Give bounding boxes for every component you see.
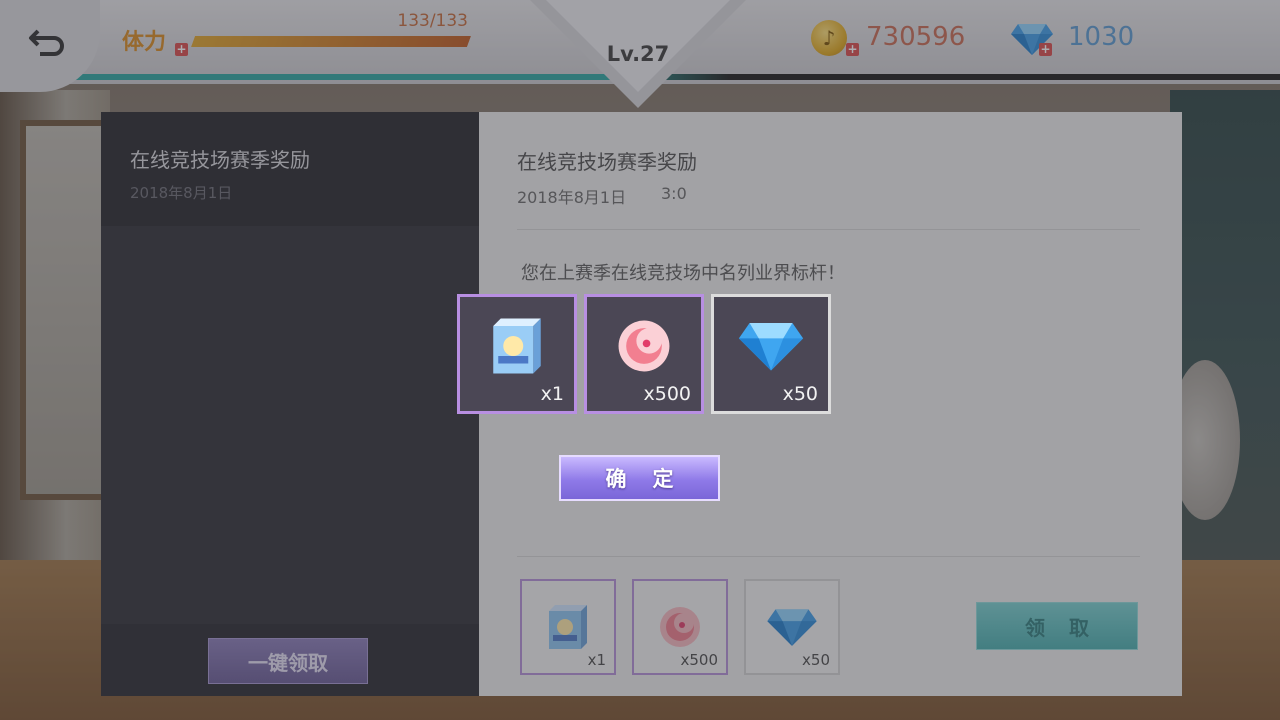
diamond-icon: [738, 323, 804, 371]
pink-token-icon: [618, 320, 670, 372]
reward-qty: x500: [643, 383, 691, 405]
reward-item[interactable]: x1: [457, 294, 577, 414]
reward-list: x1 x500 x50: [457, 294, 831, 414]
confirm-button[interactable]: 确定: [559, 455, 720, 501]
reward-item[interactable]: x500: [584, 294, 704, 414]
reward-qty: x50: [782, 383, 818, 405]
reward-item[interactable]: x50: [711, 294, 831, 414]
reward-qty: x1: [540, 383, 564, 405]
badge-box-icon: [493, 318, 541, 374]
